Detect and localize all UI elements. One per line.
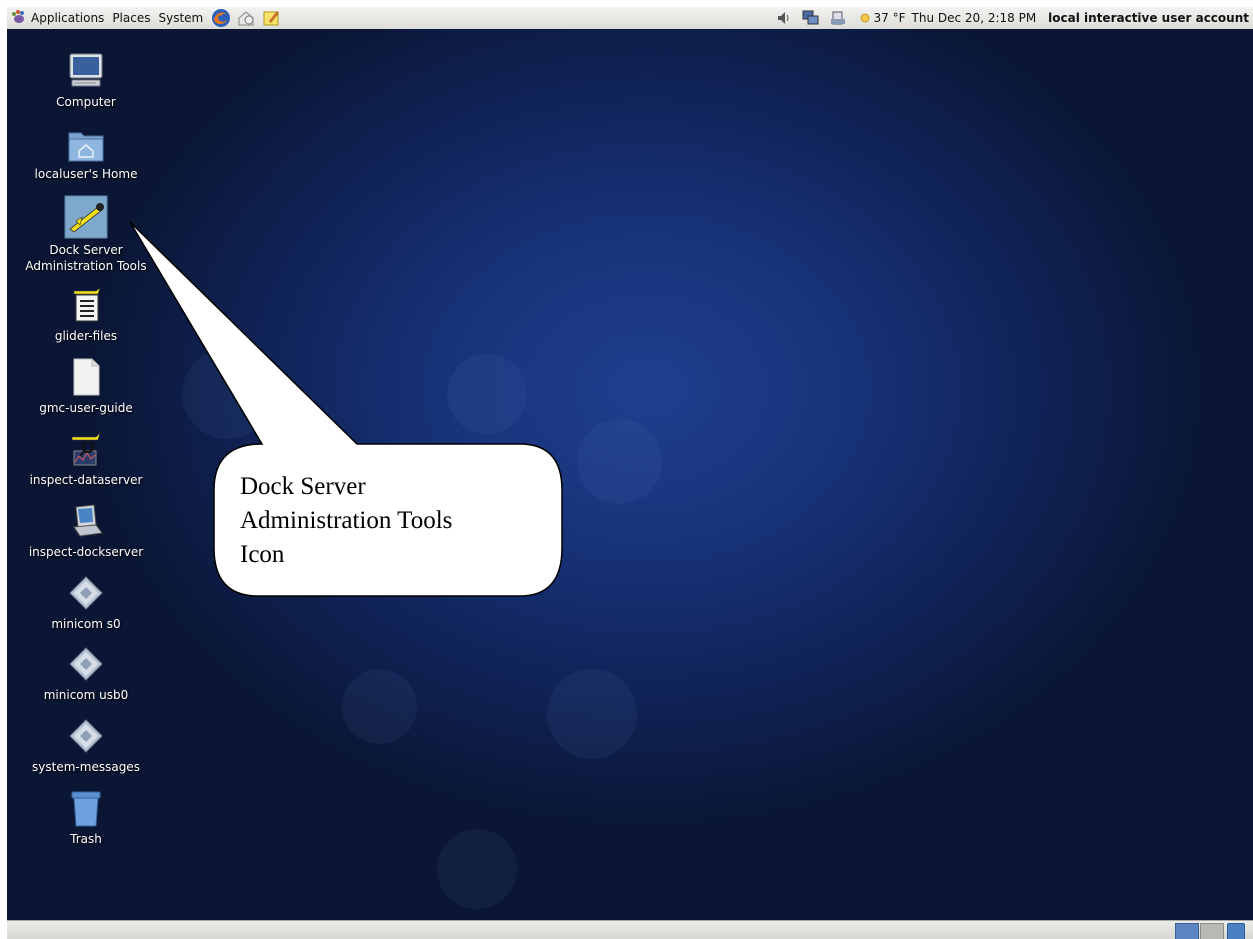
callout-line: Dock Server xyxy=(240,473,366,500)
callout-bubble xyxy=(129,221,563,597)
callout-text: Dock Server Administration Tools Icon xyxy=(240,470,540,572)
callout-line: Icon xyxy=(240,541,285,568)
callout-line: Administration Tools xyxy=(240,507,453,534)
